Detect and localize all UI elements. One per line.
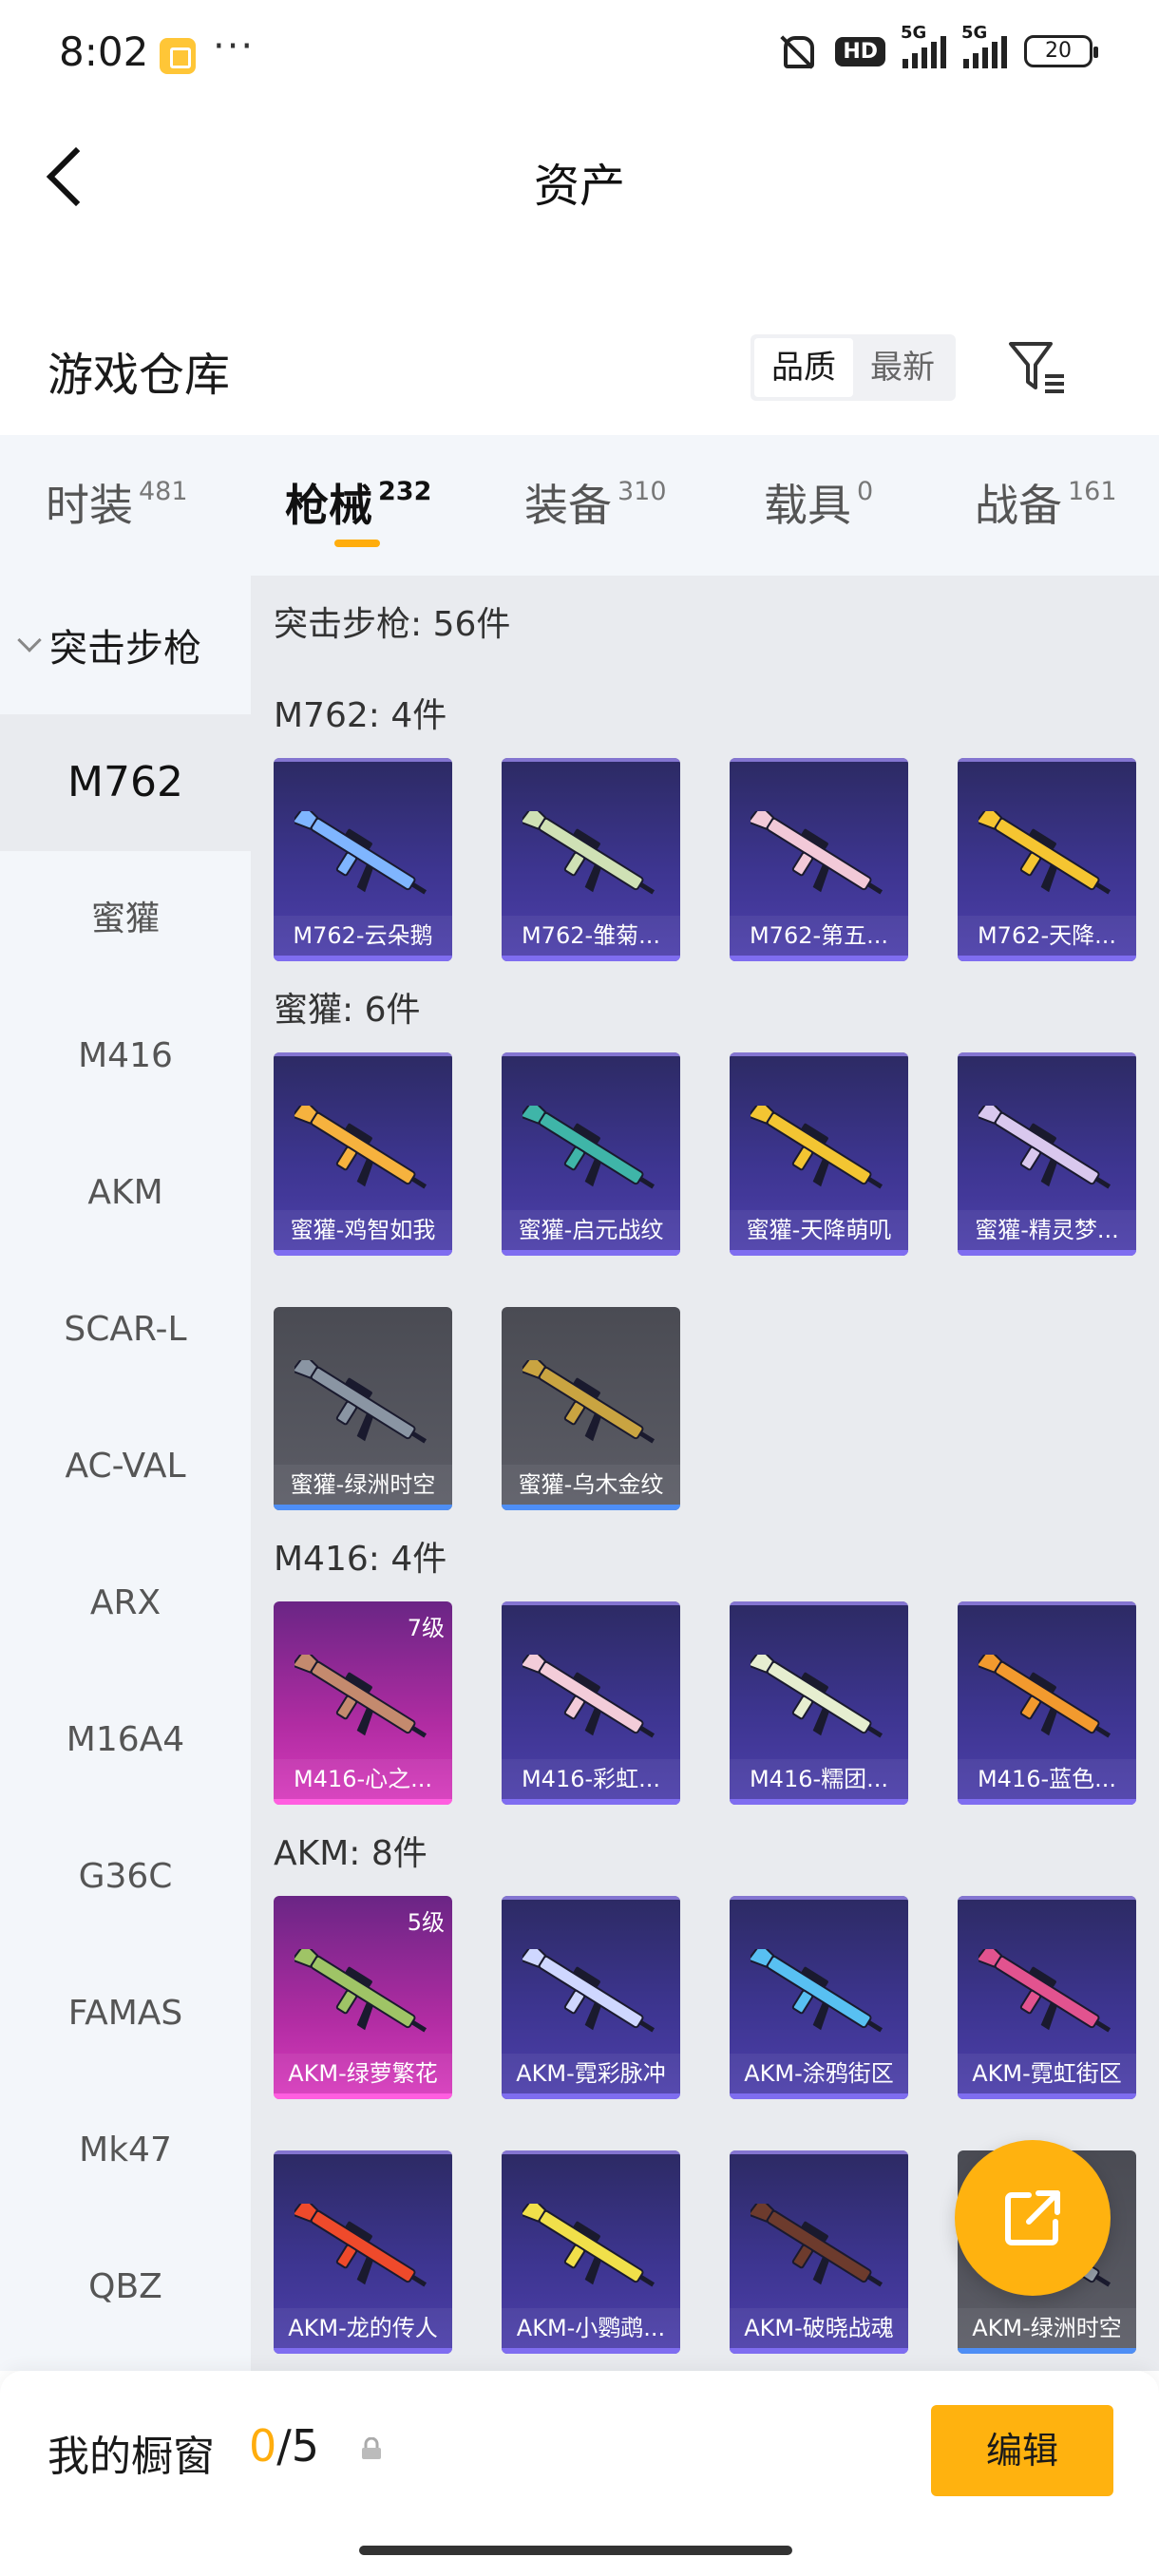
status-bar: 8:02 ··· HD 5G 5G 20 [0,0,1159,109]
weapon-card[interactable]: AKM-霓虹街区 [958,1896,1136,2099]
rifle-icon [750,1949,884,2033]
showcase-label: 我的橱窗 [48,2433,215,2481]
page-title: 资产 [533,160,625,213]
rifle-icon [750,1106,884,1189]
sidebar-item-famas[interactable]: FAMAS [0,1945,251,2082]
weapon-card[interactable]: 5级 AKM-绿萝繁花 [274,1896,452,2099]
sort-toggle: 品质 最新 [750,334,956,401]
rifle-icon [522,1360,656,1444]
tab-fashion[interactable]: 时装 481 [46,471,188,534]
rifle-icon [978,1106,1112,1189]
sidebar-item-mk47[interactable]: Mk47 [0,2082,251,2219]
hd-voice-icon: HD [835,36,885,66]
weapon-card[interactable]: M762-第五... [730,758,908,961]
rifle-icon [978,811,1112,895]
sidebar-category-label: 突击步枪 [49,627,201,671]
level-badge: 7级 [407,1615,445,1641]
rifle-icon [522,1106,656,1189]
weapon-card[interactable]: M762-云朵鹅 [274,758,452,961]
tab-vehicles[interactable]: 载具 0 [764,471,873,534]
signal-icon-2: 5G [961,23,1007,68]
weapon-card[interactable]: AKM-霓彩脉冲 [502,1896,680,2099]
weapon-grid: 突击步枪: 56件 M762: 4件 M762-云朵鹅 M762-雏菊... M… [251,576,1159,2371]
sort-option-quality[interactable]: 品质 [754,338,853,397]
warehouse-title: 游戏仓库 [48,349,231,402]
weapon-card[interactable]: AKM-涂鸦街区 [730,1896,908,2099]
rifle-icon [522,2204,656,2287]
active-tab-indicator [334,540,380,547]
lock-icon [362,2437,381,2459]
weapon-card[interactable]: AKM-龙的传人 [274,2150,452,2354]
group-title: AKM: 8件 [274,1834,428,1873]
mute-icon [774,32,818,70]
weapon-card[interactable]: M762-天降... [958,758,1136,961]
signal-icon-1: 5G [901,23,946,68]
tab-supplies[interactable]: 战备 161 [975,471,1117,534]
sidebar-item-ac-val[interactable]: AC-VAL [0,1398,251,1535]
edit-button[interactable]: 编辑 [931,2405,1113,2496]
rifle-icon [522,811,656,895]
rifle-icon [978,1949,1112,2033]
level-badge: 5级 [407,1909,445,1936]
share-button[interactable] [955,2140,1111,2296]
weapon-card[interactable]: 蜜獾-鸡智如我 [274,1052,452,1256]
rifle-icon [522,1655,656,1738]
notification-app-icon [160,38,196,74]
weapon-card[interactable]: 蜜獾-启元战纹 [502,1052,680,1256]
weapon-card[interactable]: M416-彩虹... [502,1601,680,1805]
weapon-card[interactable]: 蜜獾-绿洲时空 [274,1307,452,1510]
home-indicator [359,2546,792,2555]
sidebar-item-m762[interactable]: M762 [0,714,251,851]
rifle-icon [294,1655,428,1738]
rifle-icon [750,1655,884,1738]
group-title: 蜜獾: 6件 [274,991,421,1030]
sidebar-item-honey-badger[interactable]: 蜜獾 [0,851,251,988]
category-summary: 突击步枪: 56件 [274,605,511,644]
showcase-count: 0/5 [249,2420,320,2472]
weapon-card[interactable]: AKM-破晓战魂 [730,2150,908,2354]
rifle-icon [294,1106,428,1189]
status-time: 8:02 [59,28,149,75]
sidebar-item-m16a4[interactable]: M16A4 [0,1672,251,1809]
weapon-card[interactable]: 蜜獾-天降萌叽 [730,1052,908,1256]
sidebar-category[interactable]: 突击步枪 [0,576,251,714]
category-tabs: 时装 481 枪械 232 装备 310 载具 0 战备 161 [0,435,1159,576]
sidebar-item-m416[interactable]: M416 [0,988,251,1125]
group-title: M416: 4件 [274,1540,447,1579]
sidebar-item-qbz[interactable]: QBZ [0,2219,251,2356]
tab-equipment[interactable]: 装备 310 [524,471,667,534]
weapon-sidebar: 突击步枪 M762 蜜獾 M416 AKM SCAR-L AC-VAL ARX … [0,576,251,2371]
rifle-icon [294,1360,428,1444]
more-notifications-icon: ··· [213,25,256,68]
rifle-icon [750,811,884,895]
weapon-card[interactable]: M416-糯团... [730,1601,908,1805]
rifle-icon [750,2204,884,2287]
filter-icon[interactable] [1007,340,1070,397]
weapon-card[interactable]: M416-蓝色... [958,1601,1136,1805]
sidebar-item-g36c[interactable]: G36C [0,1809,251,1945]
group-title: M762: 4件 [274,696,447,735]
chevron-down-icon [17,628,42,653]
sort-option-newest[interactable]: 最新 [853,338,952,397]
share-icon [1005,2190,1060,2245]
rifle-icon [522,1949,656,2033]
weapon-card[interactable]: 7级 M416-心之... [274,1601,452,1805]
rifle-icon [294,1949,428,2033]
rifle-icon [294,2204,428,2287]
status-icons: HD 5G 5G 20 [774,23,1098,70]
rifle-icon [294,811,428,895]
sidebar-item-scar-l[interactable]: SCAR-L [0,1261,251,1398]
weapon-card[interactable]: AKM-小鹦鹉... [502,2150,680,2354]
battery-icon: 20 [1024,35,1098,67]
weapon-card[interactable]: 蜜獾-精灵梦... [958,1052,1136,1256]
sidebar-item-arx[interactable]: ARX [0,1535,251,1672]
tab-weapons[interactable]: 枪械 232 [285,471,431,534]
weapon-card[interactable]: 蜜獾-乌木金纹 [502,1307,680,1510]
weapon-card[interactable]: M762-雏菊... [502,758,680,961]
sidebar-item-akm[interactable]: AKM [0,1125,251,1261]
rifle-icon [978,1655,1112,1738]
